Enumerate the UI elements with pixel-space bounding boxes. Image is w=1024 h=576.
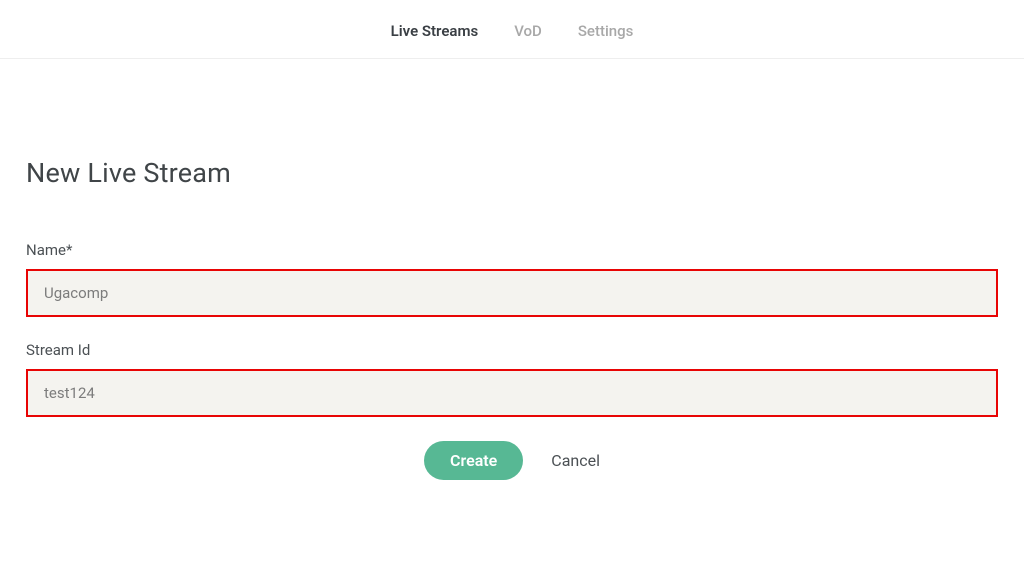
nav-vod[interactable]: VoD [514, 22, 542, 40]
main-container: New Live Stream Name* Stream Id Create C… [0, 157, 1024, 480]
page-title: New Live Stream [26, 157, 998, 189]
nav-live-streams[interactable]: Live Streams [391, 22, 479, 40]
name-label: Name* [26, 241, 998, 259]
form-group-stream-id: Stream Id [26, 341, 998, 417]
create-button[interactable]: Create [424, 441, 523, 480]
cancel-button[interactable]: Cancel [551, 451, 600, 470]
nav-settings[interactable]: Settings [578, 22, 634, 40]
actions-row: Create Cancel [26, 441, 998, 480]
top-nav: Live Streams VoD Settings [0, 0, 1024, 59]
stream-id-input[interactable] [26, 369, 998, 417]
stream-id-label: Stream Id [26, 341, 998, 359]
form-group-name: Name* [26, 241, 998, 317]
name-input[interactable] [26, 269, 998, 317]
